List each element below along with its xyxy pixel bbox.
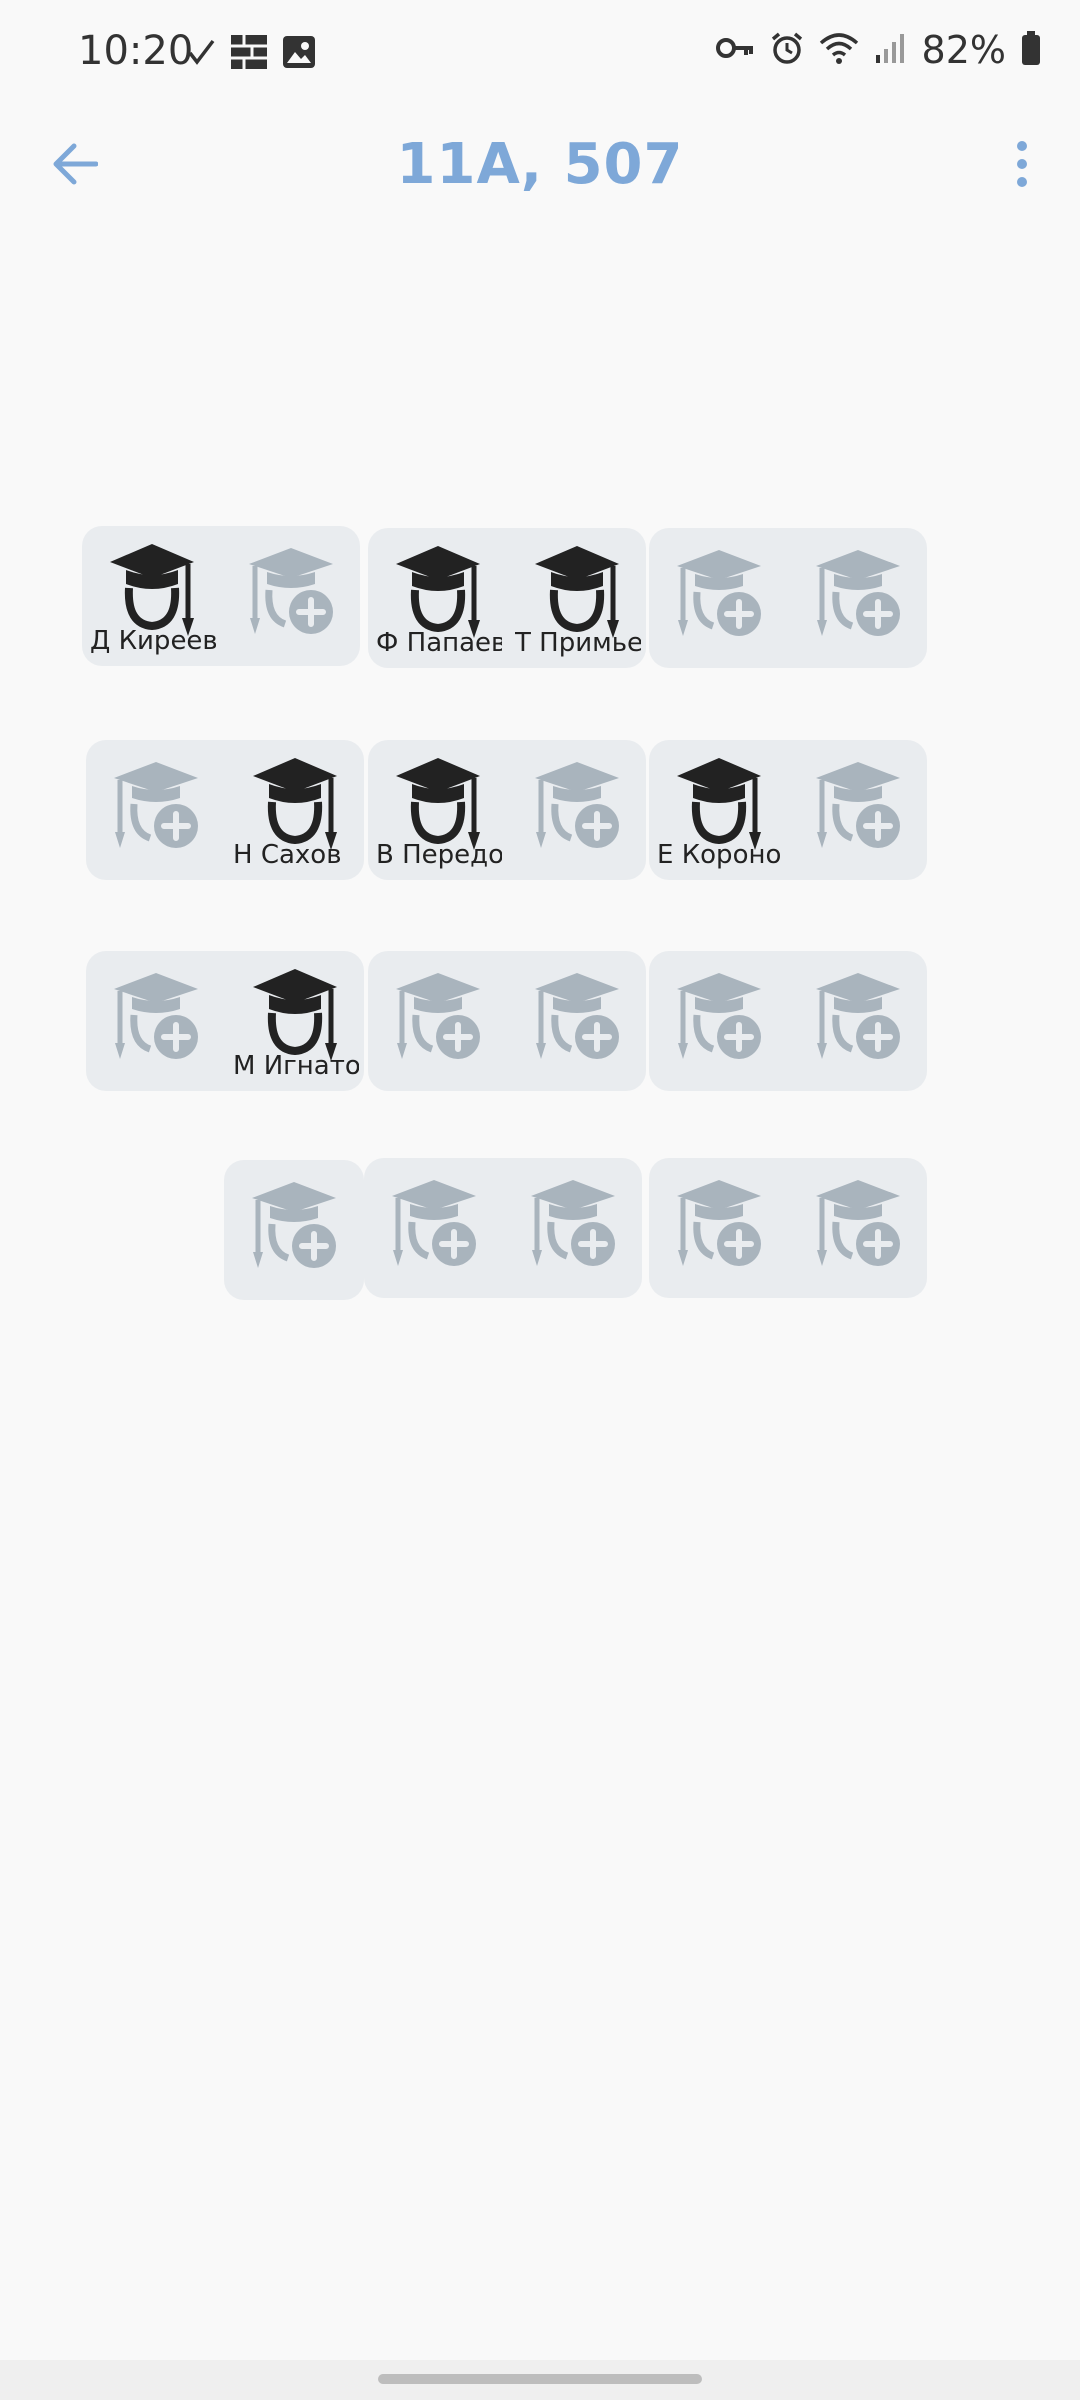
gesture-bar[interactable] [378, 2374, 702, 2384]
more-vert-icon [1015, 140, 1029, 193]
empty-seat-add-button[interactable] [368, 951, 507, 1091]
empty-seat-add-button[interactable] [649, 1158, 788, 1298]
empty-seat-add-button[interactable] [788, 528, 927, 668]
desk [368, 951, 646, 1091]
empty-seat-add-button[interactable] [507, 951, 646, 1091]
status-bar: 10:20 82% [0, 0, 1080, 100]
student-seat[interactable]: Д Киреев [82, 526, 221, 666]
more-options-button[interactable] [992, 132, 1052, 200]
desk: Е Коронов [649, 740, 927, 880]
alarm-icon [770, 31, 804, 70]
desk [364, 1158, 642, 1298]
empty-seat-add-button[interactable] [86, 951, 225, 1091]
desk [224, 1160, 364, 1300]
empty-seat-add-button[interactable] [649, 528, 788, 668]
status-time: 10:20 [78, 28, 194, 74]
empty-seat-add-button[interactable] [649, 951, 788, 1091]
student-name: Т Примьев [515, 628, 641, 658]
student-seat[interactable]: В Передов [368, 740, 507, 880]
desk: М Игнатов [86, 951, 364, 1091]
top-app-bar: 11А, 507 [0, 110, 1080, 220]
empty-seat-add-button[interactable] [788, 951, 927, 1091]
student-name: Е Коронов [657, 840, 783, 870]
student-seat[interactable]: Н Сахов [225, 740, 364, 880]
student-name: В Передов [376, 840, 502, 870]
student-seat[interactable]: Е Коронов [649, 740, 788, 880]
image-icon [282, 35, 316, 74]
student-seat[interactable]: Т Примьев [507, 528, 646, 668]
empty-seat-add-button[interactable] [224, 1160, 363, 1300]
desk [649, 951, 927, 1091]
signal-icon [874, 31, 908, 70]
empty-seat-add-button[interactable] [503, 1158, 642, 1298]
battery-percent: 82% [921, 28, 1006, 72]
student-name: Ф Папаев [376, 628, 502, 658]
desk [649, 528, 927, 668]
empty-seat-add-button[interactable] [788, 740, 927, 880]
desk: Ф Папаев Т Примьев [368, 528, 646, 668]
grid-icon [230, 34, 268, 75]
desk: Д Киреев [82, 526, 360, 666]
key-icon [715, 33, 756, 68]
desk: Н Сахов [86, 740, 364, 880]
empty-seat-add-button[interactable] [788, 1158, 927, 1298]
student-seat[interactable]: М Игнатов [225, 951, 364, 1091]
empty-seat-add-button[interactable] [221, 526, 360, 666]
battery-icon [1020, 30, 1042, 71]
empty-seat-add-button[interactable] [364, 1158, 503, 1298]
student-seat[interactable]: Ф Папаев [368, 528, 507, 668]
check-icon [186, 35, 216, 74]
student-name: Н Сахов [233, 840, 342, 870]
student-name: М Игнатов [233, 1051, 359, 1081]
desk [649, 1158, 927, 1298]
page-title: 11А, 507 [396, 132, 684, 197]
empty-seat-add-button[interactable] [507, 740, 646, 880]
empty-seat-add-button[interactable] [86, 740, 225, 880]
student-name: Д Киреев [90, 626, 216, 656]
desk: В Передов [368, 740, 646, 880]
wifi-icon [818, 31, 860, 70]
